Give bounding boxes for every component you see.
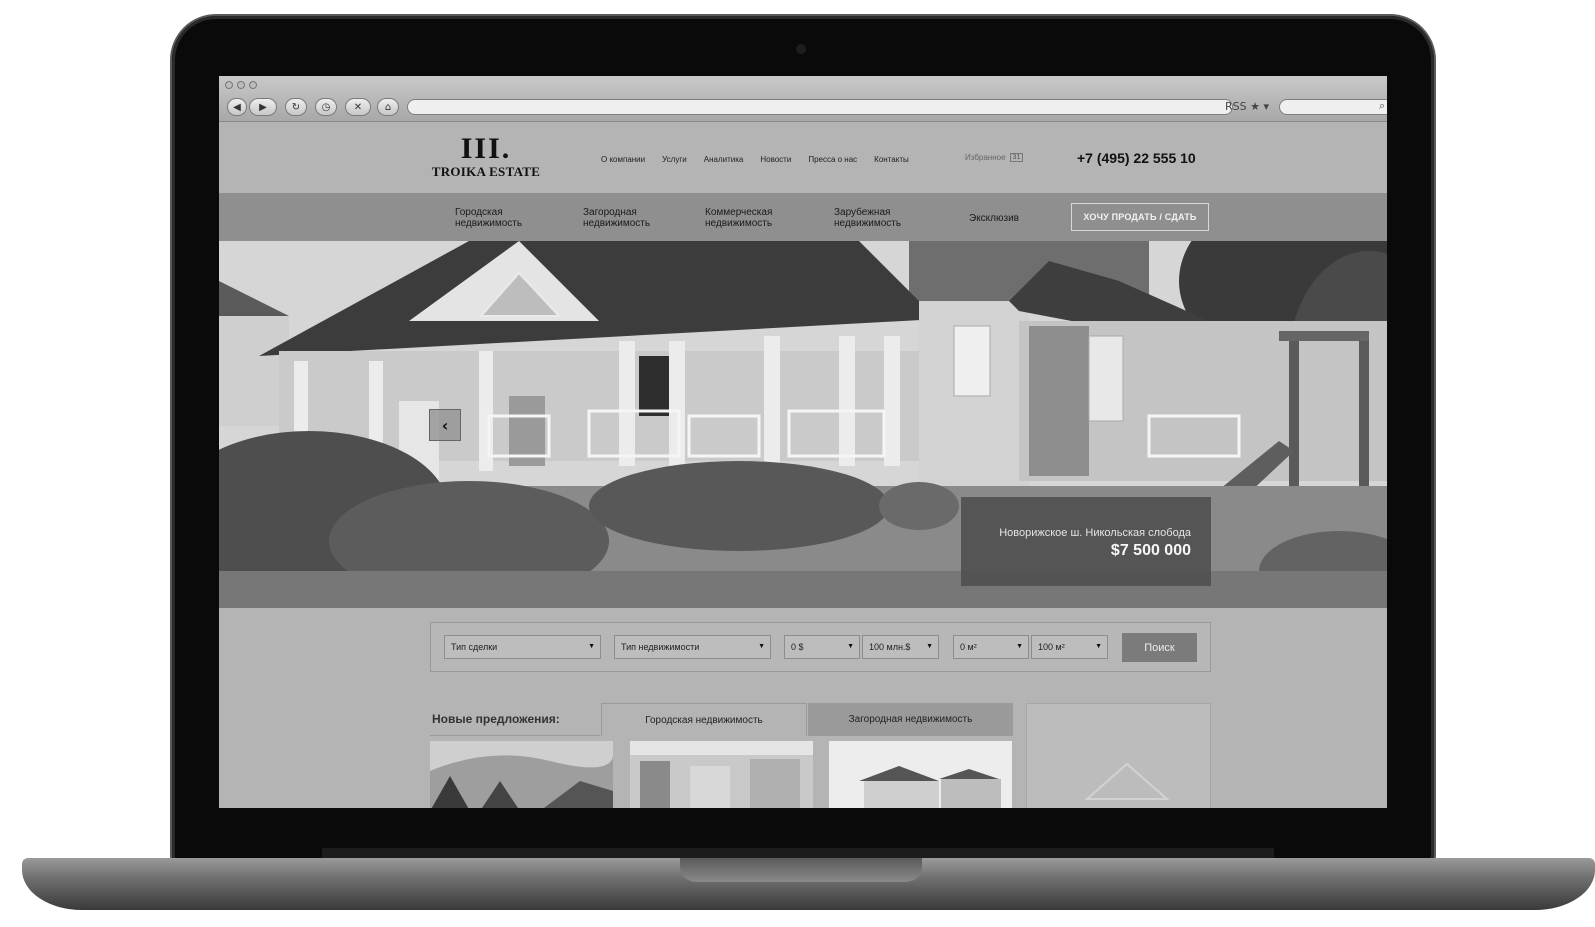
laptop-notch (680, 858, 922, 882)
category-label: Эксклюзив (969, 213, 1019, 224)
tab-country-property[interactable]: Загородная недвижимость (808, 703, 1013, 736)
search-button[interactable]: Поиск (1122, 633, 1197, 662)
chevron-down-icon: ▼ (847, 643, 854, 650)
category-label: Городская (455, 207, 503, 218)
stop-icon[interactable]: ✕ (345, 98, 371, 116)
nav-analytics[interactable]: Аналитика (704, 155, 744, 164)
chevron-down-icon: ▼ (1016, 643, 1023, 650)
price-to-value: 100 млн.$ (869, 642, 911, 652)
category-label: Зарубежная (834, 207, 891, 218)
back-icon[interactable]: ◀ (227, 98, 247, 116)
nav-press[interactable]: Пресса о нас (808, 155, 857, 164)
area-to-value: 100 м² (1038, 642, 1065, 652)
area-from-select[interactable]: 0 м² ▼ (953, 635, 1029, 659)
logo[interactable]: III. TROIKA ESTATE (431, 132, 541, 180)
chevron-down-icon: ▼ (758, 643, 765, 650)
listing-thumbnail[interactable] (829, 741, 1012, 808)
deal-type-value: Тип сделки (451, 642, 498, 652)
category-bar: Городская недвижимость Загородная недвиж… (219, 193, 1387, 241)
logo-text: TROIKA ESTATE (431, 164, 541, 179)
category-foreign[interactable]: Зарубежная недвижимость (834, 207, 944, 229)
chevron-down-icon: ▼ (926, 643, 933, 650)
logo-mark: III. (460, 132, 512, 165)
nav-services[interactable]: Услуги (662, 155, 687, 164)
category-exclusive[interactable]: Эксклюзив (969, 213, 1079, 224)
chevron-down-icon: ▼ (1095, 643, 1102, 650)
area-to-select[interactable]: 100 м² ▼ (1031, 635, 1108, 659)
listing-thumbnail[interactable] (430, 741, 613, 808)
browser-search-input[interactable] (1279, 99, 1387, 115)
category-label: Коммерческая (705, 207, 773, 218)
banner-pattern (1084, 762, 1170, 800)
category-label: недвижимость (705, 218, 773, 229)
chevron-down-icon: ▼ (588, 643, 595, 650)
house-photo (219, 241, 1387, 608)
sell-rent-button[interactable]: ХОЧУ ПРОДАТЬ / СДАТЬ (1071, 203, 1209, 231)
category-commercial[interactable]: Коммерческая недвижимость (705, 207, 815, 229)
nav-about[interactable]: О компании (601, 155, 645, 164)
nav-news[interactable]: Новости (760, 155, 791, 164)
deal-type-select[interactable]: Тип сделки ▼ (444, 635, 601, 659)
divider (430, 735, 600, 736)
window-zoom-dot[interactable] (249, 81, 257, 89)
area-from-value: 0 м² (960, 642, 977, 652)
listing-thumbnail[interactable] (630, 741, 813, 808)
category-country[interactable]: Загородная недвижимость (583, 207, 693, 229)
listing-photo (430, 741, 613, 808)
favorites-count-badge: 31 (1009, 153, 1024, 162)
price-from-select[interactable]: 0 $ ▼ (784, 635, 860, 659)
reload-icon[interactable]: ↻ (285, 98, 307, 116)
history-icon[interactable]: ◷ (315, 98, 337, 116)
listing-photo (630, 741, 813, 808)
slider-prev-button[interactable]: ‹ (429, 409, 461, 441)
home-icon[interactable]: ⌂ (377, 98, 399, 116)
bookmark-icon[interactable]: RSS ★ ▾ (1225, 100, 1269, 113)
category-city[interactable]: Городская недвижимость (455, 207, 565, 229)
forward-icon[interactable]: ▶ (249, 98, 277, 116)
category-label: недвижимость (583, 218, 651, 229)
slide-caption[interactable]: Новорижское ш. Никольская слобода $7 500… (961, 497, 1211, 586)
favorites-link[interactable]: Избранное 31 (965, 153, 1024, 162)
property-search-form: Тип сделки ▼ Тип недвижимости ▼ 0 $ ▼ 10… (430, 622, 1211, 672)
url-bar[interactable] (407, 99, 1233, 115)
window-close-dot[interactable] (225, 81, 233, 89)
favorites-label: Избранное (965, 153, 1006, 162)
price-to-select[interactable]: 100 млн.$ ▼ (862, 635, 939, 659)
laptop-screen: ◀ ▶ ↻ ◷ ✕ ⌂ RSS ★ ▾ ⌕ III. TROIKA ESTATE… (219, 76, 1387, 808)
camera (796, 44, 806, 54)
category-label: Загородная (583, 207, 637, 218)
category-label: недвижимость (834, 218, 902, 229)
category-label: недвижимость (455, 218, 523, 229)
site-header: III. TROIKA ESTATE О компании Услуги Ана… (219, 123, 1387, 193)
slide-address: Новорижское ш. Никольская слобода (999, 527, 1191, 539)
listing-photo (829, 741, 1012, 808)
tab-city-property[interactable]: Городская недвижимость (601, 703, 807, 736)
search-icon[interactable]: ⌕ (1379, 99, 1385, 113)
top-nav: О компании Услуги Аналитика Новости Прес… (601, 155, 909, 164)
hero-slider: ‹ Новорижское ш. Никольская слобода $7 5… (219, 241, 1387, 608)
property-type-value: Тип недвижимости (621, 642, 700, 652)
nav-contacts[interactable]: Контакты (874, 155, 909, 164)
price-from-value: 0 $ (791, 642, 804, 652)
property-type-select[interactable]: Тип недвижимости ▼ (614, 635, 771, 659)
window-minimize-dot[interactable] (237, 81, 245, 89)
phone-number[interactable]: +7 (495) 22 555 10 (1077, 150, 1196, 166)
ad-banner[interactable] (1026, 703, 1211, 808)
browser-toolbar: ◀ ▶ ↻ ◷ ✕ ⌂ RSS ★ ▾ ⌕ (219, 76, 1387, 122)
new-offers-title: Новые предложения: (432, 712, 560, 726)
slide-price: $7 500 000 (1110, 542, 1191, 559)
